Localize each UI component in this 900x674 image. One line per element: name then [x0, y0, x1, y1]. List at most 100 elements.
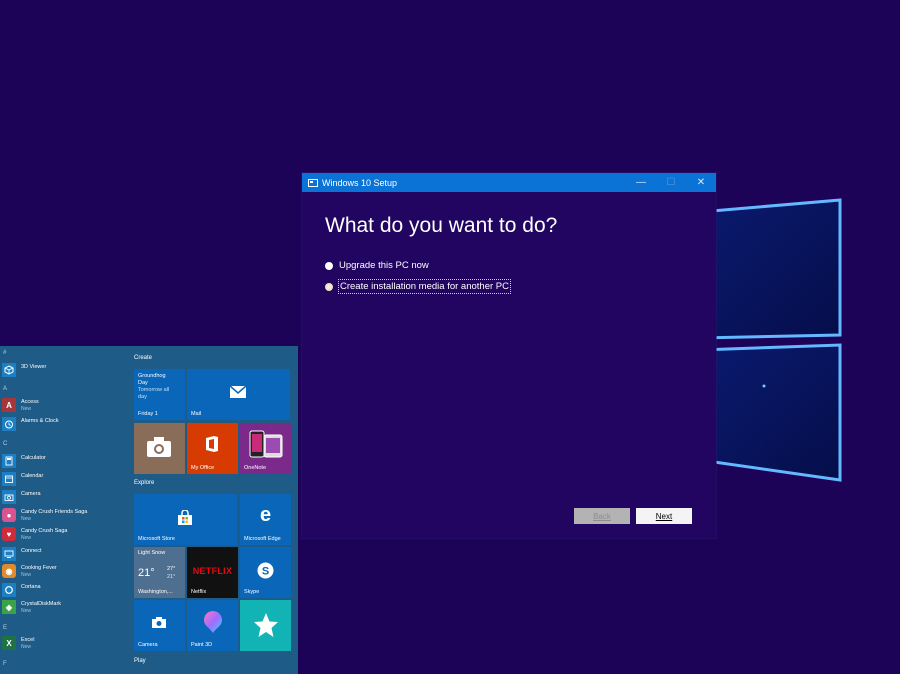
cube-icon — [2, 363, 16, 377]
tile-microsoft-edge[interactable]: e Microsoft Edge — [240, 494, 291, 545]
windows-wallpaper-logo — [700, 198, 842, 482]
app-connect[interactable]: Connect — [2, 547, 128, 561]
store-bag-icon — [178, 510, 192, 525]
create-media-option[interactable]: Create installation media for another PC — [325, 279, 511, 294]
candy-icon: ♥ — [2, 527, 16, 541]
candy-icon: ● — [2, 508, 16, 522]
letter-header[interactable]: C — [3, 441, 7, 447]
app-candy-crush-saga[interactable]: ♥ Candy Crush Saga New — [2, 527, 128, 542]
mail-icon — [229, 385, 247, 398]
tile-microsoft-store[interactable]: Microsoft Store — [134, 494, 237, 545]
tile-calendar[interactable]: Groundhog Day Tomorrow all day Friday 1 — [134, 369, 185, 420]
calendar-date: Friday 1 — [138, 411, 158, 417]
app-name: Camera — [21, 491, 41, 497]
dialog-heading: What do you want to do? — [325, 214, 558, 237]
next-button-label: Next — [655, 511, 673, 521]
next-button[interactable]: Next — [636, 508, 692, 524]
create-media-option-label: Create installation media for another PC — [338, 279, 511, 294]
maximize-button[interactable]: ☐ — [656, 173, 686, 192]
weather-high: 27° — [167, 566, 176, 572]
upgrade-option-label: Upgrade this PC now — [339, 260, 429, 271]
tile-netflix[interactable]: NETFLIX Netflix — [187, 547, 238, 598]
app-camera[interactable]: Camera — [2, 490, 128, 504]
letter-header[interactable]: A — [3, 386, 7, 392]
app-excel[interactable]: X Excel New — [2, 636, 128, 651]
calendar-event-line: Day — [138, 380, 148, 386]
onenote-icon — [249, 430, 283, 458]
app-name: Excel — [21, 637, 35, 643]
tile-label: Netflix — [191, 589, 207, 595]
tile-camera[interactable]: Camera — [134, 600, 185, 651]
app-crystaldiskmark[interactable]: ◆ CrystalDiskMark New — [2, 600, 128, 615]
camera-icon — [147, 437, 171, 457]
tile-paint-3d[interactable]: Paint 3D — [187, 600, 238, 651]
app-cooking-fever[interactable]: ◉ Cooking Fever New — [2, 564, 128, 579]
app-name: Calendar — [21, 473, 44, 479]
letter-header[interactable]: # — [3, 350, 6, 356]
app-alarms-clock[interactable]: Alarms & Clock — [2, 417, 128, 431]
tile-label: Paint 3D — [191, 642, 213, 648]
tile-label: Skype — [244, 589, 260, 595]
new-badge: New — [21, 644, 32, 650]
tile-label: OneNote — [244, 465, 267, 471]
svg-text:S: S — [262, 566, 269, 578]
minimize-button[interactable]: — — [626, 173, 656, 192]
upgrade-option[interactable]: Upgrade this PC now — [325, 260, 429, 271]
camera-icon — [2, 490, 16, 504]
app-name: 3D Viewer — [21, 364, 47, 370]
create-media-radio[interactable] — [325, 282, 333, 291]
alarm-icon — [2, 417, 16, 431]
excel-icon: X — [2, 636, 16, 650]
tile-skype[interactable]: S Skype — [240, 547, 291, 598]
tile-onenote[interactable]: OneNote — [240, 423, 291, 474]
tile-photos[interactable] — [134, 423, 185, 474]
new-badge: New — [21, 608, 32, 614]
dialog-title: Windows 10 Setup — [322, 177, 398, 188]
app-name: CrystalDiskMark — [21, 601, 62, 607]
weather-location: Washington,... — [138, 589, 173, 595]
tile-weather[interactable]: Light Snow 21° 27° 21° Washington,... — [134, 547, 185, 598]
app-candy-crush-friends[interactable]: ● Candy Crush Friends Saga New — [2, 508, 128, 523]
close-button[interactable]: ✕ — [686, 173, 716, 192]
tile-mail[interactable]: Mail — [187, 369, 290, 420]
dialog-titlebar: Windows 10 Setup — ☐ ✕ — [302, 173, 716, 192]
new-badge: New — [21, 516, 32, 522]
back-button[interactable]: Back — [574, 508, 630, 524]
cortana-icon — [2, 583, 16, 597]
app-3d-viewer[interactable]: 3D Viewer — [2, 363, 128, 377]
app-cortana[interactable]: Cortana — [2, 583, 128, 597]
tile-label: Microsoft Store — [138, 536, 175, 542]
edge-icon: e — [259, 504, 272, 526]
group-label-play: Play — [134, 658, 146, 664]
star-icon — [254, 613, 278, 637]
calendar-event-line: Tomorrow all — [138, 387, 170, 393]
setup-app-icon — [308, 178, 318, 187]
app-name: Cortana — [21, 584, 41, 590]
back-button-label: Back — [593, 511, 611, 521]
upgrade-radio[interactable] — [325, 261, 333, 270]
app-name: Access — [21, 399, 39, 405]
calculator-icon — [2, 454, 16, 468]
letter-header[interactable]: F — [3, 661, 7, 667]
tile-my-office[interactable]: My Office — [187, 423, 238, 474]
weather-low: 21° — [167, 574, 176, 580]
tile-label: Camera — [138, 642, 158, 648]
access-icon: A — [2, 398, 16, 412]
app-access[interactable]: A Access New — [2, 398, 128, 413]
weather-temp: 21° — [138, 567, 155, 579]
letter-header[interactable]: E — [3, 625, 7, 631]
office-icon — [206, 436, 218, 452]
calendar-event-line: Groundhog — [138, 373, 166, 379]
tile-favorites[interactable] — [240, 600, 291, 651]
app-name: Candy Crush Friends Saga — [21, 509, 88, 515]
skype-icon: S — [257, 562, 274, 579]
new-badge: New — [21, 406, 32, 412]
app-calculator[interactable]: Calculator — [2, 454, 128, 468]
camera-icon — [152, 617, 166, 628]
calendar-icon — [2, 472, 16, 486]
app-calendar[interactable]: Calendar — [2, 472, 128, 486]
new-badge: New — [21, 535, 32, 541]
app-name: Candy Crush Saga — [21, 528, 68, 534]
cooking-icon: ◉ — [2, 564, 16, 578]
app-list: # 3D Viewer A A Access New Alarms & Cloc… — [0, 346, 130, 674]
